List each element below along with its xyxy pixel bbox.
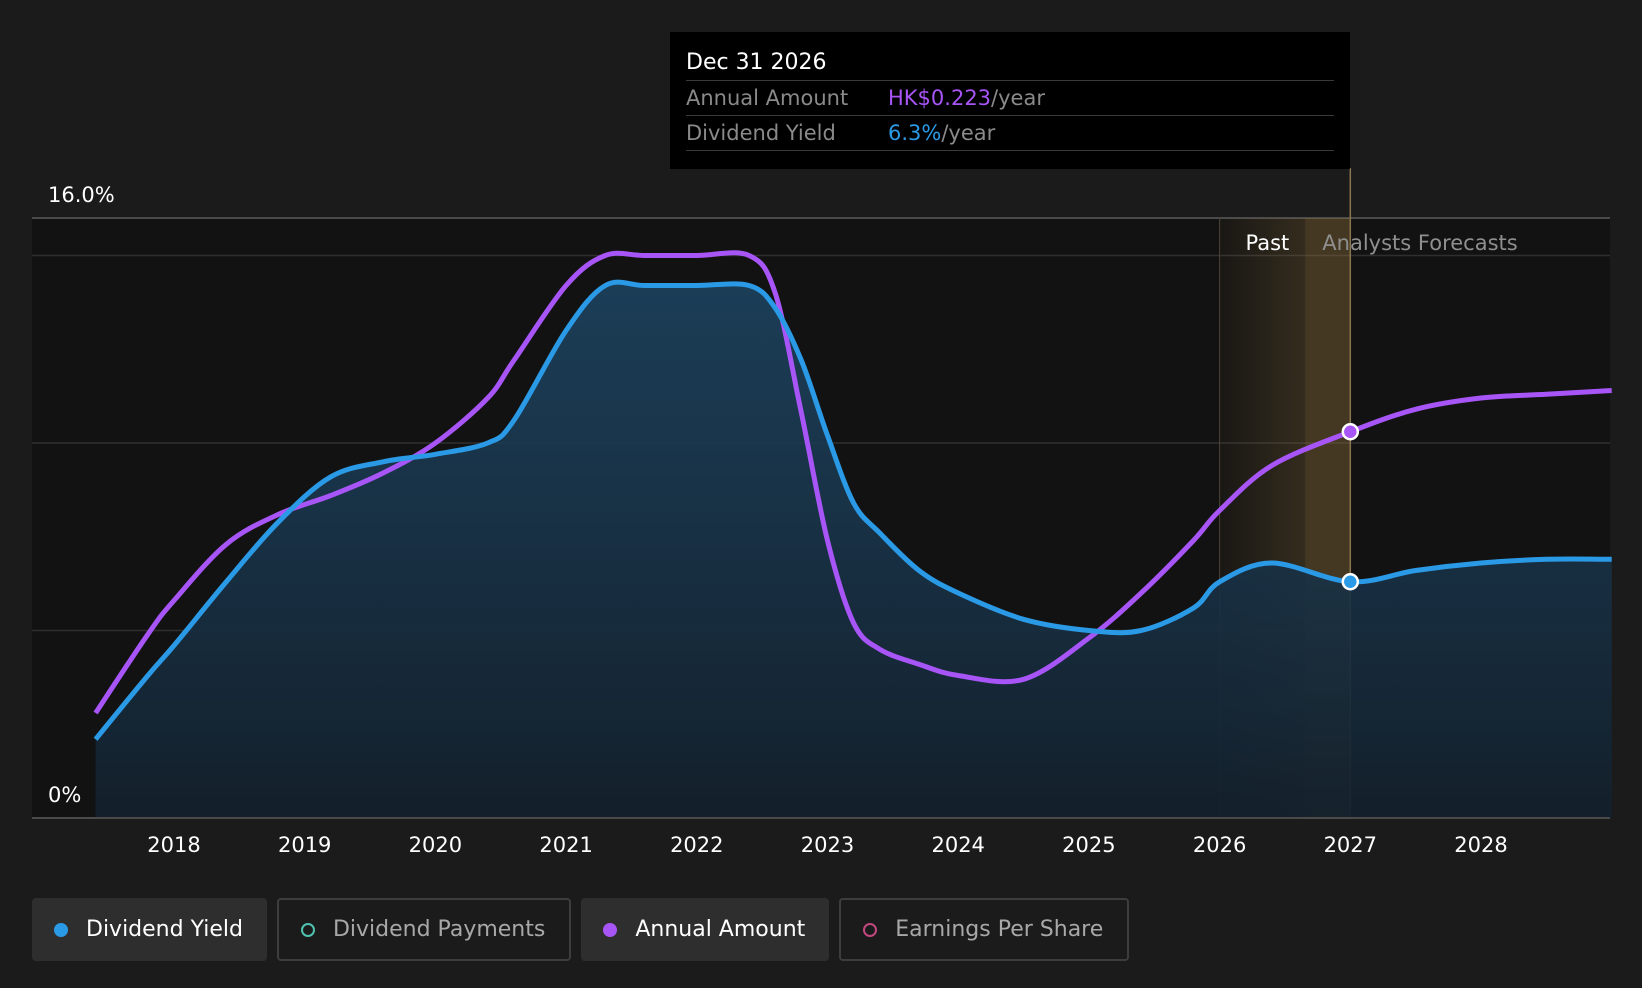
x-tick-label: 2023 [801,833,854,857]
x-tick-label: 2027 [1324,833,1377,857]
tooltip-date: Dec 31 2026 [686,50,827,75]
x-tick-label: 2028 [1454,833,1507,857]
dividend-yield-marker [1341,573,1360,591]
tooltip-annual-amount-value: HK$0.223 [888,86,992,110]
legend-label: Annual Amount [635,917,806,942]
x-tick-label: 2025 [1062,833,1115,857]
legend-dot-icon [300,922,315,937]
analysts-forecasts-label: Analysts Forecasts [1322,231,1517,255]
legend-label: Dividend Yield [86,917,243,942]
legend-item-earnings-per-share[interactable]: Earnings Per Share [839,898,1130,961]
x-tick-label: 2019 [278,833,331,857]
tooltip-label: Annual Amount [686,86,849,110]
x-tick-label: 2021 [539,833,592,857]
legend-dot-icon [603,922,618,937]
x-tick-label: 2022 [670,833,723,857]
tooltip-label: Dividend Yield [686,121,836,145]
legend-dot-icon [863,922,878,937]
x-tick-label: 2020 [409,833,462,857]
x-tick-label: 2026 [1193,833,1246,857]
tooltip-row-annual-amount: Annual Amount HK$0.223/year [686,80,1334,115]
chart-legend: Dividend Yield Dividend Payments Annual … [32,898,1130,961]
y-axis-top-label: 16.0% [48,183,115,207]
legend-label: Dividend Payments [332,917,546,942]
x-tick-label: 2024 [931,833,984,857]
annual-amount-marker [1341,423,1360,441]
x-tick-label: 2018 [147,833,200,857]
tooltip-unit: /year [941,121,996,145]
legend-label: Earnings Per Share [895,917,1104,942]
tooltip: Dec 31 2026 Annual Amount HK$0.223/year … [670,32,1350,169]
tooltip-unit: /year [991,86,1045,110]
legend-dot-icon [54,922,68,937]
legend-item-dividend-payments[interactable]: Dividend Payments [276,898,572,961]
legend-item-dividend-yield[interactable]: Dividend Yield [32,898,267,961]
y-axis-bottom-label: 0% [48,783,81,807]
tooltip-dividend-yield-value: 6.3% [888,121,942,145]
tooltip-row-dividend-yield: Dividend Yield 6.3%/year [686,115,1334,151]
past-label: Past [1246,231,1290,255]
legend-item-annual-amount[interactable]: Annual Amount [581,898,830,961]
